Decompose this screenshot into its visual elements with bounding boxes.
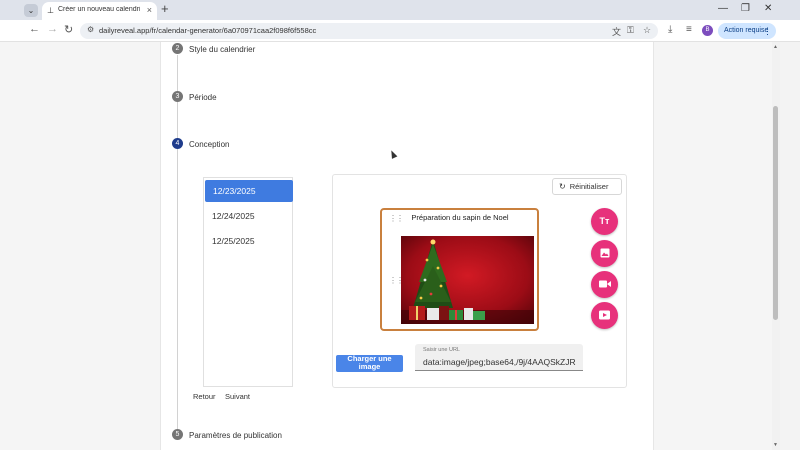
refresh-icon: ↻: [559, 182, 566, 191]
add-text-button[interactable]: Tт: [591, 208, 618, 235]
step-label-style[interactable]: Style du calendrier: [189, 45, 255, 54]
step-number-active[interactable]: 4: [172, 138, 183, 149]
close-window-icon[interactable]: ✕: [764, 3, 772, 14]
date-item-selected[interactable]: 12/23/2025: [205, 180, 293, 202]
youtube-icon: [599, 310, 610, 320]
card-title[interactable]: Préparation du sapin de Noel: [385, 213, 535, 222]
tab-strip: ⌄ ⊥ Créer un nouveau calendrier d × + — …: [0, 0, 800, 20]
christmas-tree-image-svg: [401, 236, 534, 324]
image-icon: [600, 248, 609, 258]
action-required-button[interactable]: Action requise ⋮: [718, 23, 776, 39]
url-input-label: Saisir une URL: [423, 347, 460, 353]
maximize-icon[interactable]: ❐: [741, 3, 750, 14]
next-button[interactable]: Suivant: [225, 392, 250, 401]
reset-label: Réinitialiser: [569, 182, 609, 191]
step-label-period[interactable]: Période: [189, 93, 217, 102]
date-list: 12/23/2025 12/24/2025 12/25/2025: [203, 177, 293, 387]
tab-favicon-icon: ⊥: [47, 6, 54, 15]
step-label-design[interactable]: Conception: [189, 140, 229, 149]
url-input-value: data:image/jpeg;base64,/9j/4AAQSkZJR: [423, 357, 576, 367]
stepper-line: [177, 55, 178, 435]
date-item[interactable]: 12/25/2025: [204, 230, 292, 252]
back-icon[interactable]: ←: [29, 23, 40, 35]
upload-image-button[interactable]: Charger une image: [336, 355, 403, 372]
tab-title: Créer un nouveau calendrier d: [58, 6, 140, 13]
scroll-down-icon[interactable]: ▼: [773, 442, 778, 448]
scrollbar-thumb[interactable]: [773, 106, 778, 320]
date-item[interactable]: 12/24/2025: [204, 205, 292, 227]
tab-search-icon[interactable]: ≡: [686, 24, 692, 35]
reload-icon[interactable]: ↻: [64, 23, 73, 36]
star-icon[interactable]: ☆: [643, 25, 651, 36]
browser-tab[interactable]: ⊥ Créer un nouveau calendrier d ×: [42, 2, 157, 20]
step-number[interactable]: 2: [172, 43, 183, 54]
address-bar[interactable]: ⚙ dailyreveal.app/fr/calendar-generator/…: [80, 23, 658, 39]
download-icon[interactable]: ⤓: [668, 24, 672, 35]
christmas-tree-image[interactable]: [401, 236, 534, 324]
site-info-icon[interactable]: ⚙: [87, 25, 94, 34]
password-key-icon[interactable]: ⚿: [627, 25, 634, 36]
step-number[interactable]: 5: [172, 429, 183, 440]
minimize-icon[interactable]: —: [718, 3, 728, 14]
video-icon: [598, 280, 611, 288]
text-icon: Tт: [599, 216, 610, 226]
kebab-menu-icon[interactable]: ⋮: [763, 23, 772, 39]
step-label-publish[interactable]: Paramètres de publication: [189, 431, 282, 440]
translate-icon[interactable]: 文: [612, 25, 621, 38]
add-video-button[interactable]: [591, 271, 618, 298]
step-number[interactable]: 3: [172, 91, 183, 102]
window-edge: [780, 42, 800, 450]
back-button[interactable]: Retour: [193, 392, 216, 401]
add-image-button[interactable]: [591, 240, 618, 267]
scroll-up-icon[interactable]: ▲: [773, 44, 778, 50]
action-required-label: Action requise: [724, 27, 769, 34]
url-input[interactable]: Saisir une URL data:image/jpeg;base64,/9…: [415, 344, 583, 371]
chevron-down-icon[interactable]: ⌄: [24, 4, 38, 17]
new-tab-icon[interactable]: +: [161, 2, 169, 16]
add-youtube-button[interactable]: [591, 302, 618, 329]
close-tab-icon[interactable]: ×: [147, 5, 152, 15]
forward-icon[interactable]: →: [47, 23, 58, 35]
browser-toolbar: ← → ↻ ⚙ dailyreveal.app/fr/calendar-gene…: [0, 20, 800, 42]
reset-button[interactable]: ↻ Réinitialiser: [552, 178, 622, 195]
avatar[interactable]: B: [702, 25, 713, 36]
url-text: dailyreveal.app/fr/calendar-generator/6a…: [99, 26, 317, 35]
